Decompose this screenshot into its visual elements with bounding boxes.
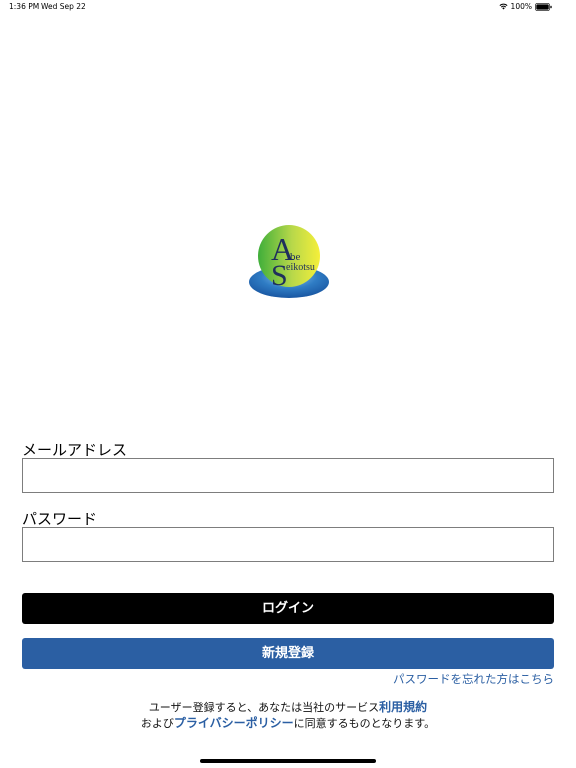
forgot-password-link[interactable]: パスワードを忘れた方はこちら [393,671,554,687]
status-bar: 1:36 PM Wed Sep 22 100% [0,0,576,14]
email-label: メールアドレス [22,441,128,459]
terms-text-prefix: ユーザー登録すると、あなたは当社のサービス [148,701,380,714]
password-label: パスワード [22,510,98,528]
svg-text:eikotsu: eikotsu [286,262,315,273]
email-field[interactable] [22,458,554,493]
terms-of-service-link[interactable]: 利用規約 [379,700,427,714]
status-time: 1:36 PM [9,2,40,11]
terms-notice-line2: およびプライバシーポリシーに同意するものとなります。 [0,714,576,731]
wifi-icon [499,3,508,10]
logo-graphic: A be S eikotsu [249,225,329,298]
login-button[interactable]: ログイン [22,593,554,624]
privacy-policy-link[interactable]: プライバシーポリシー [174,716,294,730]
terms-text-suffix: に同意するものとなります。 [293,717,436,730]
app-logo: A be S eikotsu [247,224,331,302]
status-right: 100% [499,2,552,11]
battery-icon [535,2,552,11]
register-button[interactable]: 新規登録 [22,638,554,669]
status-date: Wed Sep 22 [41,2,86,11]
terms-notice-line1: ユーザー登録すると、あなたは当社のサービス利用規約 [0,698,576,715]
battery-percent: 100% [510,2,532,11]
home-indicator[interactable] [200,759,376,763]
password-field[interactable] [22,527,554,562]
terms-text-and: および [140,717,174,730]
